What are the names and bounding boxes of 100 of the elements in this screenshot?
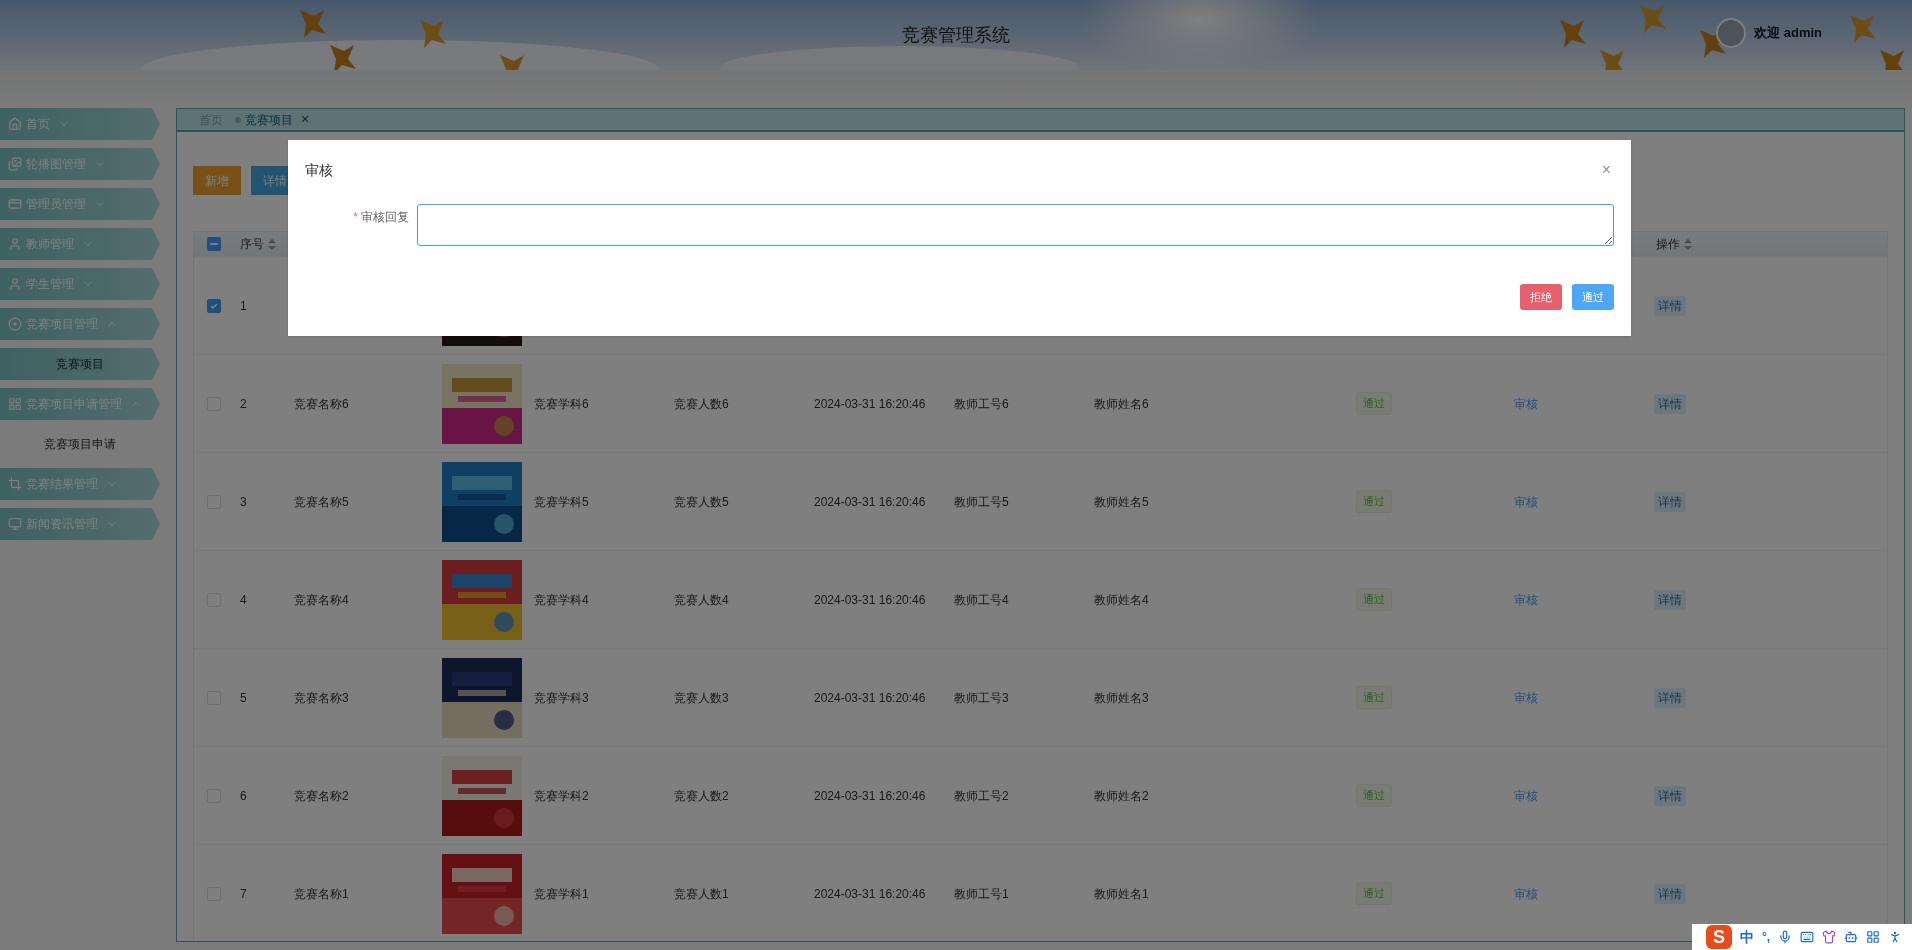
home-icon xyxy=(8,117,22,131)
sidebar-subitem[interactable]: 竞赛项目申请 xyxy=(0,428,160,460)
detail-link[interactable]: 详情 xyxy=(1654,687,1686,708)
detail-link[interactable]: 详情 xyxy=(1654,785,1686,806)
column-header: 操作 xyxy=(1656,236,1680,253)
review-link[interactable]: 审核 xyxy=(1514,492,1654,511)
row-checkbox[interactable] xyxy=(207,298,221,313)
welcome-text: 欢迎 admin xyxy=(1754,24,1822,43)
table-cell-text: 教师姓名5 xyxy=(1094,493,1150,511)
review-link[interactable]: 审核 xyxy=(1514,590,1654,609)
table-cell-text: 竞赛名称4 xyxy=(294,591,350,609)
review-link[interactable]: 审核 xyxy=(1514,884,1654,903)
table-cell-text: 3 xyxy=(239,493,248,511)
status-tag: 通过 xyxy=(1356,686,1392,709)
sort-icon[interactable] xyxy=(1684,238,1692,250)
status-tag: 通过 xyxy=(1356,490,1392,513)
review-link[interactable]: 审核 xyxy=(1514,394,1654,413)
user-icon xyxy=(8,277,22,291)
table-cell-text: 竞赛学科3 xyxy=(534,689,590,707)
robot-icon[interactable] xyxy=(1844,930,1859,944)
shirt-icon[interactable] xyxy=(1822,930,1837,944)
table-cell-text: 竞赛学科2 xyxy=(534,787,590,805)
review-link[interactable]: 审核 xyxy=(1514,688,1654,707)
close-button[interactable]: × xyxy=(1601,158,1614,182)
dialog-title: 审核 xyxy=(305,160,333,180)
table-cell-text: 竞赛名称3 xyxy=(294,689,350,707)
table-cell-text: 2024-03-31 16:20:46 xyxy=(814,885,927,903)
ime-mode[interactable]: 中 xyxy=(1740,926,1754,948)
close-button[interactable]: × xyxy=(301,109,310,130)
grid-icon xyxy=(8,397,22,411)
card-icon xyxy=(8,197,22,211)
table-cell-text: 教师姓名6 xyxy=(1094,395,1150,413)
table-cell-text: 竞赛人数4 xyxy=(674,591,730,609)
table-cell-text: 竞赛学科1 xyxy=(534,885,590,903)
table-cell-text: 竞赛人数5 xyxy=(674,493,730,511)
table-cell-text: 竞赛名称2 xyxy=(294,787,350,805)
disc-icon xyxy=(8,317,22,331)
table-cell-text: 6 xyxy=(239,787,248,805)
check-icon xyxy=(209,300,219,311)
table-cell-text: 教师姓名3 xyxy=(1094,689,1150,707)
table-cell-text: 2024-03-31 16:20:46 xyxy=(814,493,927,511)
ime-logo[interactable]: S xyxy=(1706,925,1732,949)
images-icon xyxy=(8,157,22,171)
table-cell-text: 5 xyxy=(239,689,248,707)
table-cell-text: 竞赛学科4 xyxy=(534,591,590,609)
sidebar-subitem[interactable]: 竞赛项目 xyxy=(0,348,160,380)
grid-icon[interactable] xyxy=(1866,930,1881,944)
microphone-icon[interactable] xyxy=(1778,930,1793,944)
table-cell-text: 教师工号3 xyxy=(954,689,1010,707)
detail-link[interactable]: 详情 xyxy=(1654,393,1686,414)
user-icon xyxy=(8,237,22,251)
table-cell-text: 竞赛学科5 xyxy=(534,493,590,511)
table-cell-text: 竞赛人数6 xyxy=(674,395,730,413)
table-cell-text: 2024-03-31 16:20:46 xyxy=(814,395,927,413)
status-tag: 通过 xyxy=(1356,882,1392,905)
system-title: 竞赛管理系统 xyxy=(902,23,1010,47)
required-mark: * xyxy=(353,209,358,226)
status-tag: 通过 xyxy=(1356,588,1392,611)
monitor-icon xyxy=(8,517,22,531)
table-cell-text: 竞赛名称5 xyxy=(294,493,350,511)
detail-link[interactable]: 详情 xyxy=(1654,589,1686,610)
table-cell-text: 教师工号1 xyxy=(954,885,1010,903)
table-cell-text: 教师工号5 xyxy=(954,493,1010,511)
crop-icon xyxy=(8,477,22,491)
table-cell-text: 4 xyxy=(239,591,248,609)
ime-punctuation[interactable]: °, xyxy=(1762,928,1771,946)
column-header: 序号 xyxy=(240,236,264,253)
table-cell-text: 竞赛名称1 xyxy=(294,885,350,903)
field-label: 审核回复 xyxy=(361,209,409,226)
table-cell-text: 竞赛名称6 xyxy=(294,395,350,413)
table-cell-text: 2 xyxy=(239,395,248,413)
table-cell-text: 竞赛人数3 xyxy=(674,689,730,707)
table-cell-text: 教师工号6 xyxy=(954,395,1010,413)
table-cell-text: 竞赛人数2 xyxy=(674,787,730,805)
table-cell-text: 2024-03-31 16:20:46 xyxy=(814,689,927,707)
table-cell-text: 教师工号2 xyxy=(954,787,1010,805)
table-cell-text: 2024-03-31 16:20:46 xyxy=(814,787,927,805)
table-cell-text: 2024-03-31 16:20:46 xyxy=(814,591,927,609)
sort-icon[interactable] xyxy=(268,238,276,250)
reply-field[interactable] xyxy=(417,204,1614,246)
table-cell-text: 教师姓名4 xyxy=(1094,591,1150,609)
table-cell-text: 7 xyxy=(239,885,248,903)
table-cell-text: 教师姓名2 xyxy=(1094,787,1150,805)
table-cell-text: 竞赛学科6 xyxy=(534,395,590,413)
select-all-checkbox[interactable] xyxy=(207,237,221,251)
keyboard-icon[interactable] xyxy=(1800,930,1815,944)
status-tag: 通过 xyxy=(1356,392,1392,415)
table-cell-text: 竞赛人数1 xyxy=(674,885,730,903)
table-cell-text: 教师姓名1 xyxy=(1094,885,1150,903)
add-button[interactable]: 新增 xyxy=(193,166,241,195)
approve-button[interactable]: 通过 xyxy=(1572,284,1614,310)
detail-link[interactable]: 详情 xyxy=(1654,883,1686,904)
review-link[interactable]: 审核 xyxy=(1514,786,1654,805)
status-tag: 通过 xyxy=(1356,784,1392,807)
table-cell-text: 1 xyxy=(239,297,248,315)
tab[interactable]: 竞赛项目 × xyxy=(235,109,310,130)
table-cell-text: 教师工号4 xyxy=(954,591,1010,609)
detail-link[interactable]: 详情 xyxy=(1654,295,1686,316)
detail-link[interactable]: 详情 xyxy=(1654,491,1686,512)
reject-button[interactable]: 拒绝 xyxy=(1520,284,1562,310)
